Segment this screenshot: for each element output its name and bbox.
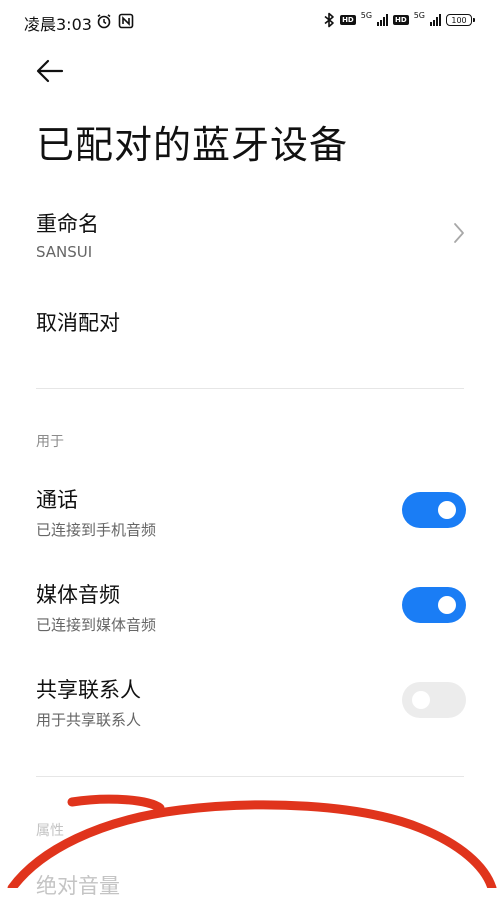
network-type-1: 5G: [360, 11, 373, 20]
media-audio-toggle[interactable]: [402, 587, 466, 623]
call-audio-toggle[interactable]: [402, 492, 466, 528]
chevron-right-icon: [454, 223, 464, 243]
hd-badge: HD: [340, 15, 356, 25]
device-name: SANSUI: [36, 243, 93, 261]
rename-label: 重命名: [36, 212, 99, 236]
usage-section-label: 用于: [36, 434, 64, 450]
share-contacts-subtitle: 用于共享联系人: [36, 711, 142, 729]
toggle-knob: [438, 596, 456, 614]
media-audio-row[interactable]: 媒体音频 已连接到媒体音频: [36, 579, 466, 635]
rename-row[interactable]: 重命名 SANSUI: [36, 208, 466, 268]
bluetooth-icon: [324, 12, 334, 28]
toggle-knob: [438, 501, 456, 519]
share-contacts-toggle[interactable]: [402, 682, 466, 718]
alarm-icon: [97, 14, 111, 29]
signal-icon: [377, 14, 389, 26]
page-title: 已配对的蓝牙设备: [36, 123, 349, 167]
call-audio-row[interactable]: 通话 已连接到手机音频: [36, 484, 466, 540]
back-button[interactable]: [34, 56, 66, 86]
unpair-row[interactable]: 取消配对: [36, 307, 466, 337]
network-type-2: 5G: [413, 11, 425, 20]
toggle-knob: [412, 691, 430, 709]
signal-icon-2: [430, 14, 441, 26]
call-audio-subtitle: 已连接到手机音频: [36, 521, 157, 539]
properties-section-label: 属性: [36, 823, 64, 839]
hd-badge-2: HD: [393, 15, 409, 25]
divider: [36, 388, 464, 389]
share-contacts-row[interactable]: 共享联系人 用于共享联系人: [36, 674, 466, 730]
nfc-icon: [118, 13, 134, 29]
status-right-icons: HD 5G HD 5G 100: [323, 11, 475, 28]
status-left-icons: [96, 13, 134, 29]
status-time: 凌晨3:03: [24, 15, 92, 34]
status-bar: 凌晨3:03 HD 5G HD 5G 100: [0, 0, 500, 44]
arrow-left-icon: [36, 59, 64, 83]
media-audio-subtitle: 已连接到媒体音频: [36, 616, 157, 634]
absolute-volume-label[interactable]: 绝对音量: [36, 870, 120, 900]
battery-icon: 100: [446, 14, 475, 26]
divider: [36, 776, 464, 777]
unpair-label: 取消配对: [36, 311, 120, 335]
